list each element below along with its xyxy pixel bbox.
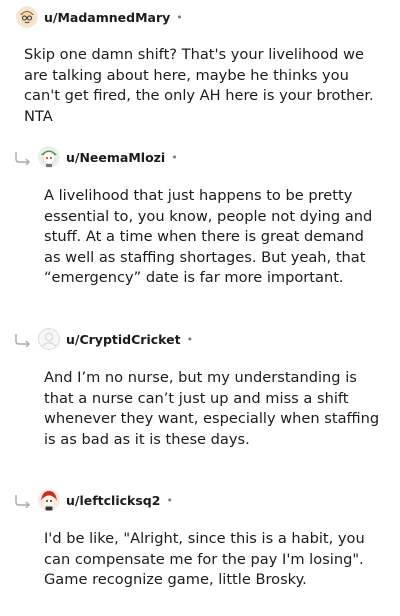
comment-header: u/leftclicksq2 • (38, 489, 173, 511)
comment-header: u/NeemaMlozi • (38, 146, 178, 168)
meta-separator: • (176, 10, 183, 24)
reply-thread-icon (15, 495, 30, 508)
meta-separator: • (186, 332, 194, 346)
default-avatar-icon[interactable] (38, 328, 60, 350)
comment-text: I'd be like, "Alright, since this is a h… (44, 530, 365, 588)
comment-text: A livelihood that just happens to be pre… (44, 187, 373, 286)
snoo-avatar-green-hat-icon[interactable] (38, 146, 60, 168)
comment-header: u/MadamnedMary • (16, 6, 183, 28)
meta-separator: • (171, 150, 178, 164)
meta-separator: • (166, 493, 173, 507)
reply-thread-icon (15, 152, 30, 165)
username-link[interactable]: u/MadamnedMary (44, 10, 170, 25)
username-link[interactable]: u/NeemaMlozi (66, 150, 165, 165)
comment-text: And I’m no nurse, but my understanding i… (44, 369, 380, 448)
snoo-avatar-red-hair-icon[interactable] (38, 489, 60, 511)
reply-thread-icon (15, 334, 30, 347)
snoo-avatar-glasses-icon[interactable] (16, 6, 38, 28)
comment-header: u/CryptidCricket • (38, 328, 193, 350)
comment-text: Skip one damn shift? That's your livelih… (24, 46, 374, 125)
username-link[interactable]: u/leftclicksq2 (66, 493, 160, 508)
username-link[interactable]: u/CryptidCricket (66, 332, 181, 347)
